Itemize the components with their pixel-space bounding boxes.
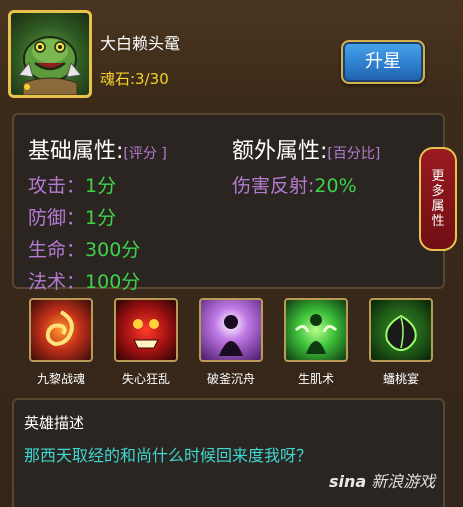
skill-label: 失心狂乱 [121, 372, 170, 386]
soul-stone-count: 魂石:3/30 [100, 70, 169, 88]
skill-label: 破釜沉舟 [206, 372, 255, 386]
description-title: 英雄描述 [24, 414, 85, 432]
skill-label: 九黎战魂 [36, 372, 85, 386]
attr-row-attack: 攻击：1分 [28, 175, 117, 197]
attr-row-health: 生命：300分 [28, 239, 141, 261]
peach-icon [369, 298, 433, 362]
skill-item[interactable]: 九黎战魂 [23, 298, 99, 387]
description-text: 那西天取经的和尚什么时候回来度我呀？ [24, 446, 313, 465]
extra-attributes-subtitle: [百分比] [327, 146, 381, 162]
hero-portrait[interactable] [8, 10, 92, 98]
attr-row-defense: 防御：1分 [28, 207, 117, 229]
extra-attributes-title: 额外属性:[百分比] [232, 139, 381, 164]
rage-face-icon [114, 298, 178, 362]
skill-item[interactable]: 破釜沉舟 [193, 298, 269, 387]
attributes-panel: 基础属性:[评分 ] 额外属性:[百分比] 攻击：1分 防御：1分 生命：300… [12, 113, 445, 293]
fire-spirit-icon [29, 298, 93, 362]
upgrade-star-button[interactable]: 升星 [341, 40, 425, 84]
turtle-monster-icon [18, 36, 82, 95]
skill-item[interactable]: 生肌术 [278, 298, 354, 387]
base-attributes-subtitle: [评分 ] [123, 146, 167, 162]
sina-watermark: sina 新浪游戏 [329, 472, 436, 491]
heal-figure-icon [284, 298, 348, 362]
dark-figure-icon [199, 298, 263, 362]
attr-row-magic: 法术：100分 [28, 271, 141, 293]
more-attributes-button[interactable]: 更 多 属 性 [419, 147, 457, 251]
skill-label: 蟠桃宴 [382, 372, 419, 386]
attr-row-damage-reflect: 伤害反射:20% [232, 175, 357, 197]
hero-header: 大白赖头鼋 魂石:3/30 升星 [0, 0, 463, 108]
skill-list: 九黎战魂 失心狂乱 破釜沉舟 生肌术 蟠桃宴 [0, 298, 463, 394]
skill-item[interactable]: 失心狂乱 [108, 298, 184, 387]
hero-detail-screen: 大白赖头鼋 魂石:3/30 升星 基础属性:[评分 ] 额外属性:[百分比] 攻… [0, 0, 463, 507]
base-attributes-title: 基础属性:[评分 ] [28, 139, 167, 164]
hero-name: 大白赖头鼋 [100, 34, 181, 53]
skill-item[interactable]: 蟠桃宴 [363, 298, 439, 387]
skill-label: 生肌术 [297, 372, 334, 386]
